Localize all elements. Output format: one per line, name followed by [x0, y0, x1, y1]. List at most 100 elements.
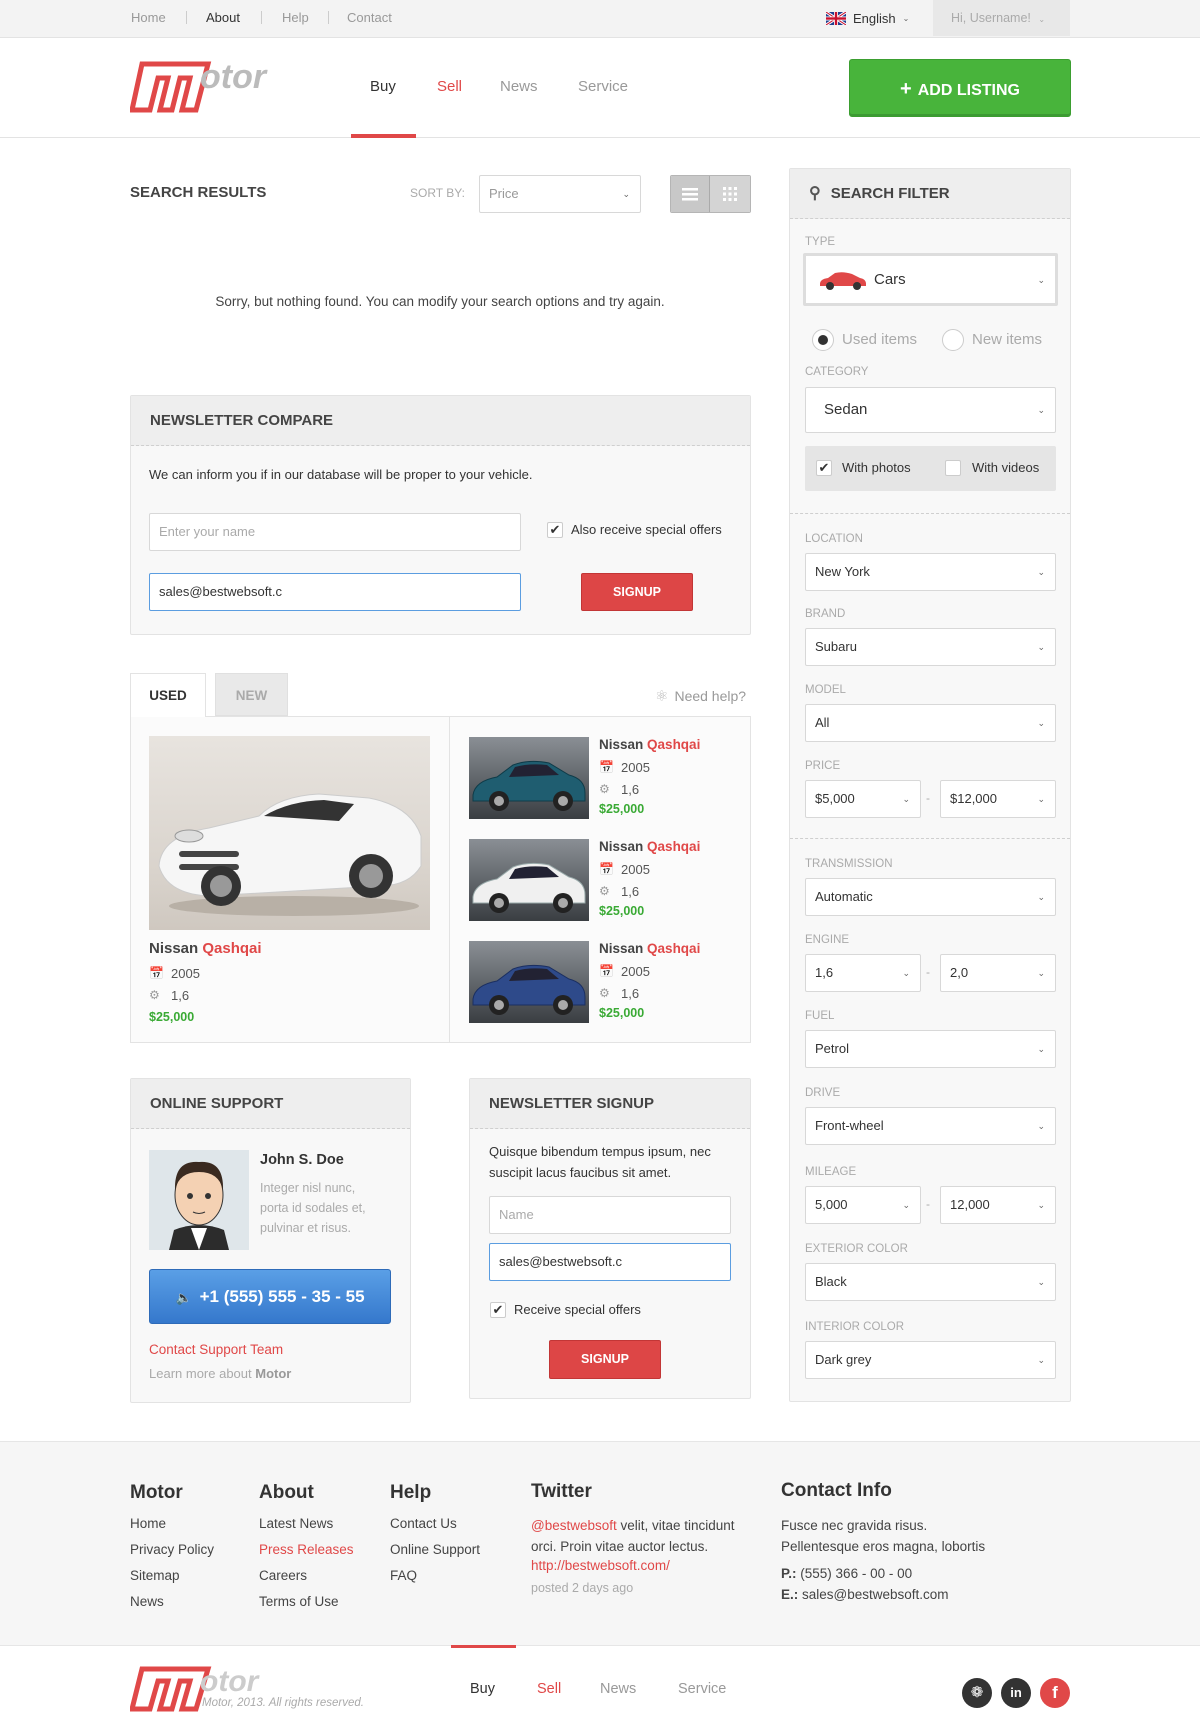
footer-nav-service[interactable]: Service [678, 1681, 726, 1697]
nav-news[interactable]: News [500, 78, 538, 95]
footer-about-link[interactable]: Press Releases [259, 1542, 354, 1557]
newsletter-signup-title: NEWSLETTER SIGNUP [470, 1079, 750, 1129]
featured-car-image[interactable] [149, 736, 430, 930]
listing-title[interactable]: Nissan Qashqai [599, 941, 700, 956]
support-phone-button[interactable]: 🔈 +1 (555) 555 - 35 - 55 [149, 1269, 391, 1324]
newsletter-signup-button[interactable]: SIGNUP [549, 1340, 661, 1379]
with-photos-checkbox[interactable]: ✔ [816, 460, 832, 476]
brand-value: Subaru [815, 639, 857, 654]
footer-help-link[interactable]: FAQ [390, 1568, 417, 1583]
special-offers-checkbox[interactable]: ✔ [547, 522, 563, 538]
footer-help-link[interactable]: Online Support [390, 1542, 480, 1557]
email-input[interactable]: sales@bestwebsoft.c [149, 573, 521, 611]
sort-by-label: SORT BY: [410, 186, 465, 200]
engine-from-select[interactable]: 1,6 ⌄ [805, 954, 921, 992]
used-items-radio[interactable] [812, 329, 834, 351]
location-select[interactable]: New York ⌄ [805, 553, 1056, 591]
chevron-down-icon: ⌄ [1037, 642, 1045, 652]
radio-dot [818, 335, 828, 345]
tweet-text-2: orci. Proin vitae auctor lectus. [531, 1539, 709, 1554]
category-value: Sedan [824, 401, 868, 418]
logo[interactable]: otor [128, 58, 300, 113]
facebook-icon[interactable]: f [1040, 1678, 1070, 1708]
fuel-select[interactable]: Petrol ⌄ [805, 1030, 1056, 1068]
mileage-to-select[interactable]: 12,000 ⌄ [940, 1186, 1056, 1224]
user-menu[interactable]: Hi, Username! ⌄ [933, 0, 1070, 36]
footer-about-link[interactable]: Terms of Use [259, 1594, 339, 1609]
location-label: LOCATION [805, 533, 863, 545]
footer-motor-link[interactable]: News [130, 1594, 164, 1609]
interior-color-select[interactable]: Dark grey ⌄ [805, 1341, 1056, 1379]
listing-title[interactable]: Nissan Qashqai [599, 737, 700, 752]
footer-motor-link[interactable]: Privacy Policy [130, 1542, 214, 1557]
language-selector[interactable]: English ⌄ [826, 0, 909, 36]
learn-more-brand: Motor [255, 1366, 292, 1381]
top-link-contact[interactable]: Contact [347, 0, 392, 36]
nav-buy[interactable]: Buy [370, 78, 396, 95]
linkedin-icon[interactable]: in [1001, 1678, 1031, 1708]
contact-line-2: Pellentesque eros magna, lobortis [781, 1539, 986, 1554]
car-blue-coupe-icon [472, 964, 586, 1015]
drive-label: DRIVE [805, 1087, 841, 1099]
top-link-about[interactable]: About [206, 0, 240, 36]
model-value: All [815, 715, 830, 730]
signup-name-input[interactable]: Name [489, 1196, 731, 1234]
listing-image[interactable] [469, 737, 589, 819]
nav-sell[interactable]: Sell [437, 78, 462, 95]
tab-new[interactable]: NEW [215, 673, 288, 716]
transmission-select[interactable]: Automatic ⌄ [805, 878, 1056, 916]
top-link-home[interactable]: Home [131, 0, 166, 36]
twitter-icon[interactable]: ❁ [962, 1678, 992, 1708]
new-items-radio[interactable] [942, 329, 964, 351]
need-help-link[interactable]: ⚛ Need help? [655, 687, 746, 705]
learn-more-text: Learn more about Motor [149, 1366, 291, 1381]
chevron-down-icon: ⌄ [1037, 892, 1045, 902]
contact-support-link[interactable]: Contact Support Team [149, 1342, 283, 1357]
list-view-button[interactable] [671, 176, 711, 212]
listing-title[interactable]: Nissan Qashqai [599, 839, 700, 854]
model-select[interactable]: All ⌄ [805, 704, 1056, 742]
brand-select[interactable]: Subaru ⌄ [805, 628, 1056, 666]
email-value[interactable]: sales@bestwebsoft.com [802, 1587, 949, 1602]
name-input[interactable]: Enter your name [149, 513, 521, 551]
grid-view-button[interactable] [710, 176, 750, 212]
category-select[interactable]: Sedan ⌄ [805, 387, 1056, 433]
footer-nav-buy[interactable]: Buy [470, 1681, 495, 1697]
twitter-handle-link[interactable]: @bestwebsoft [531, 1518, 617, 1533]
mileage-from-select[interactable]: 5,000 ⌄ [805, 1186, 921, 1224]
listing-engine: 1,6 [621, 986, 640, 1001]
new-items-label: New items [972, 331, 1043, 348]
signup-email-input[interactable]: sales@bestwebsoft.c [489, 1243, 731, 1281]
model-label: MODEL [805, 684, 846, 696]
footer-motor-link[interactable]: Home [130, 1516, 166, 1531]
footer-nav-news[interactable]: News [600, 1681, 636, 1697]
with-videos-checkbox[interactable] [945, 460, 961, 476]
footer-about-link[interactable]: Latest News [259, 1516, 333, 1531]
sort-select[interactable]: Price ⌄ [479, 175, 641, 213]
footer-help-link[interactable]: Contact Us [390, 1516, 457, 1531]
type-value: Cars [874, 271, 906, 288]
add-listing-button[interactable]: + ADD LISTING [849, 59, 1071, 117]
signup-button[interactable]: SIGNUP [581, 573, 693, 611]
listing-image[interactable] [469, 839, 589, 921]
exterior-color-select[interactable]: Black ⌄ [805, 1263, 1056, 1301]
listing-image[interactable] [469, 941, 589, 1023]
price-from-select[interactable]: $5,000 ⌄ [805, 780, 921, 818]
nav-service[interactable]: Service [578, 78, 628, 95]
svg-text:otor: otor [200, 1665, 261, 1698]
top-link-help[interactable]: Help [282, 0, 309, 36]
engine-to-select[interactable]: 2,0 ⌄ [940, 954, 1056, 992]
featured-car-title[interactable]: Nissan Qashqai [149, 940, 262, 957]
tweet-link[interactable]: http://bestwebsoft.com/ [531, 1558, 670, 1573]
listing-model: Qashqai [647, 839, 701, 854]
chevron-down-icon: ⌄ [902, 968, 910, 978]
receive-offers-checkbox[interactable]: ✔ [490, 1302, 506, 1318]
footer-about-link[interactable]: Careers [259, 1568, 307, 1583]
price-to-select[interactable]: $12,000 ⌄ [940, 780, 1056, 818]
tab-used[interactable]: USED [130, 673, 206, 717]
drive-select[interactable]: Front-wheel ⌄ [805, 1107, 1056, 1145]
interior-color-label: INTERIOR COLOR [805, 1321, 905, 1333]
footer-motor-link[interactable]: Sitemap [130, 1568, 180, 1583]
type-select[interactable]: Cars ⌄ [803, 253, 1058, 306]
footer-nav-sell[interactable]: Sell [537, 1681, 561, 1697]
